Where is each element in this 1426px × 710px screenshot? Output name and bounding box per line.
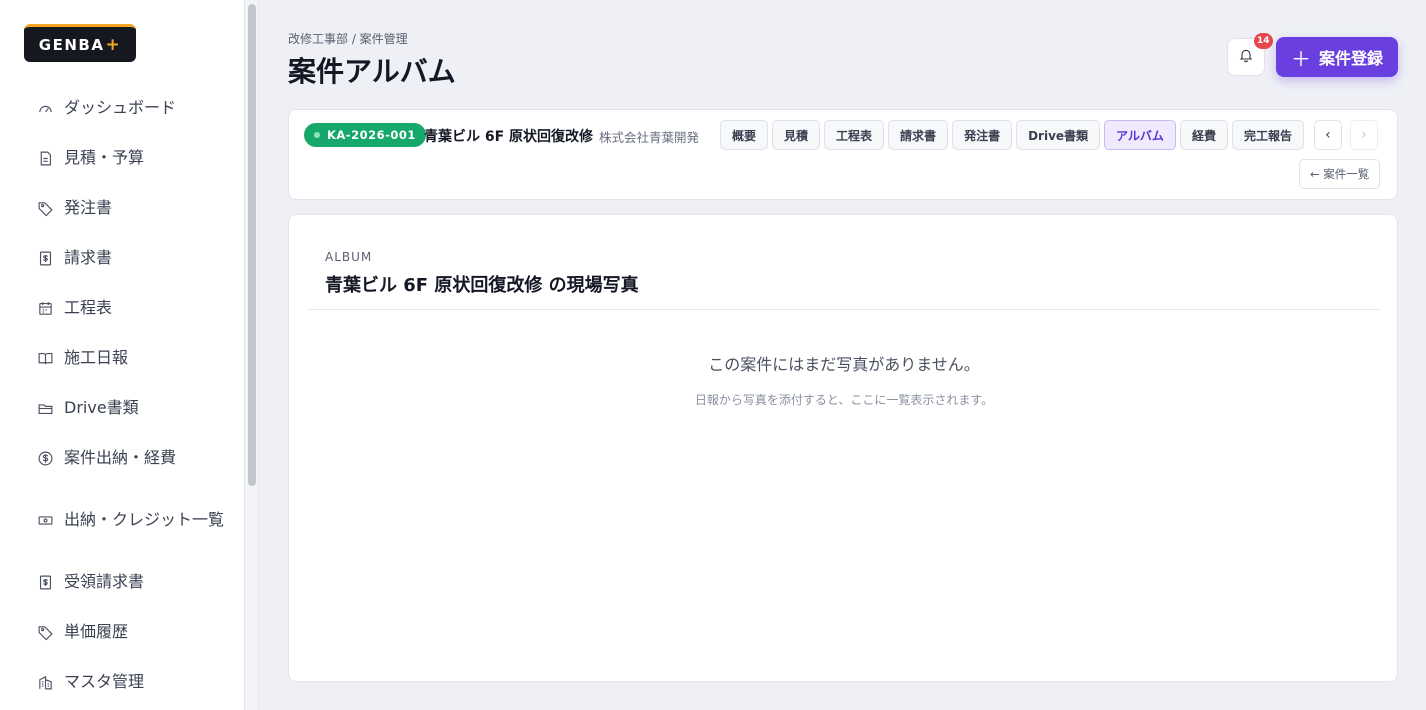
sidebar-item-label: 工程表 — [64, 298, 113, 317]
tab-overview[interactable]: 概要 — [720, 120, 769, 150]
back-to-projects-button[interactable]: ← 案件一覧 — [1299, 159, 1381, 189]
dollar-circle-icon — [36, 449, 54, 467]
sidebar-item-invoice[interactable]: 請求書 — [36, 233, 226, 283]
plus-glyph-icon: ＋ — [1290, 46, 1311, 71]
status-dot-icon — [314, 132, 320, 138]
sidebar-item-label: 受領請求書 — [64, 572, 145, 591]
sidebar-item-label: 請求書 — [64, 248, 113, 267]
project-client: 株式会社青葉開発 — [599, 130, 700, 145]
calendar-icon — [36, 299, 54, 317]
empty-state-subtitle: 日報から写真を添付すると、ここに一覧表示されます。 — [694, 393, 994, 407]
sidebar-scrollbar-thumb[interactable] — [248, 4, 256, 486]
project-code-badge: KA-2026-001 — [304, 123, 426, 147]
price-tag-icon — [36, 623, 54, 641]
project-code: KA-2026-001 — [327, 128, 416, 142]
sidebar-item-label: ダッシュボード — [64, 98, 177, 117]
album-eyebrow: ALBUM — [325, 250, 373, 264]
tab-schedule[interactable]: 工程表 — [824, 120, 885, 150]
sidebar-item-label: 単価履歴 — [64, 622, 129, 641]
sidebar-item-label: 発注書 — [64, 198, 113, 217]
project-tabs: 概要 見積 工程表 請求書 発注書 Drive書類 アルバム 経費 完工報告 ‹… — [720, 120, 1378, 150]
tab-invoice[interactable]: 請求書 — [888, 120, 949, 150]
album-title: 青葉ビル 6F 原状回復改修 の現場写真 — [325, 275, 639, 296]
sidebar-item-project-expenses[interactable]: 案件出納・経費 — [36, 433, 226, 483]
project-header-card: KA-2026-001 青葉ビル 6F 原状回復改修 株式会社青葉開発 概要 見… — [288, 109, 1398, 200]
tag-icon — [36, 199, 54, 217]
chevron-left-icon: ‹ — [1325, 127, 1331, 143]
sidebar-item-price-history[interactable]: 単価履歴 — [36, 607, 226, 657]
tab-drive[interactable]: Drive書類 — [1016, 120, 1101, 150]
tabs-prev-button[interactable]: ‹ — [1313, 120, 1342, 150]
sidebar-item-daily-report[interactable]: 施工日報 — [36, 333, 226, 383]
divider — [307, 309, 1381, 310]
tab-estimate[interactable]: 見積 — [772, 120, 821, 150]
sidebar-item-master[interactable]: マスタ管理 — [36, 657, 226, 707]
sidebar-nav: ダッシュボード 見積・予算 発注書 請求書 工程表 施工日報 Drive書類 案… — [36, 83, 226, 707]
receipt-icon — [36, 573, 54, 591]
sidebar-item-received-invoices[interactable]: 受領請求書 — [36, 557, 226, 607]
gauge-icon — [36, 99, 54, 117]
chevron-right-icon: › — [1361, 127, 1367, 143]
project-name: 青葉ビル 6F 原状回復改修 — [424, 129, 594, 145]
sidebar-item-cash-credit[interactable]: 出納・クレジット一覧 — [36, 483, 226, 557]
tab-album[interactable]: アルバム — [1104, 120, 1176, 150]
sidebar-item-label: 施工日報 — [64, 348, 129, 367]
folder-icon — [36, 399, 54, 417]
sidebar-item-label: Drive書類 — [64, 398, 139, 417]
notification-badge: 14 — [1254, 33, 1273, 49]
register-project-button[interactable]: plus ＋ 案件登録 — [1276, 37, 1398, 77]
sidebar-item-label: 案件出納・経費 — [64, 448, 177, 467]
bell-icon — [1238, 47, 1254, 67]
tab-expenses[interactable]: 経費 — [1179, 120, 1228, 150]
sidebar-item-purchase-order[interactable]: 発注書 — [36, 183, 226, 233]
genba-logo[interactable]: GENBA + — [24, 24, 136, 62]
tabs-next-button[interactable]: › — [1349, 120, 1378, 150]
building-icon — [36, 673, 54, 691]
album-card: ALBUM 青葉ビル 6F 原状回復改修 の現場写真 この案件にはまだ写真があり… — [288, 214, 1398, 682]
page-title: 案件アルバム — [288, 55, 456, 88]
empty-state-title: この案件にはまだ写真がありません。 — [708, 355, 980, 374]
banknote-icon — [36, 511, 54, 529]
sidebar-item-label: 見積・予算 — [64, 148, 145, 167]
sidebar-item-drive[interactable]: Drive書類 — [36, 383, 226, 433]
invoice-icon — [36, 249, 54, 267]
register-project-label: 案件登録 — [1318, 49, 1383, 68]
logo-plus: + — [105, 34, 122, 55]
sidebar-item-label: マスタ管理 — [64, 672, 145, 691]
sidebar: GENBA + ダッシュボード 見積・予算 発注書 請求書 工程表 施工日報 D… — [0, 0, 245, 710]
tab-completion-report[interactable]: 完工報告 — [1231, 120, 1304, 150]
sidebar-item-label: 出納・クレジット一覧 — [64, 510, 225, 529]
sidebar-item-estimate[interactable]: 見積・予算 — [36, 133, 226, 183]
tab-purchase-order[interactable]: 発注書 — [952, 120, 1013, 150]
breadcrumb: 改修工事部 / 案件管理 — [288, 32, 408, 46]
sidebar-item-dashboard[interactable]: ダッシュボード — [36, 83, 226, 133]
book-icon — [36, 349, 54, 367]
sidebar-item-schedule[interactable]: 工程表 — [36, 283, 226, 333]
document-icon — [36, 149, 54, 167]
logo-text: GENBA — [38, 35, 105, 54]
